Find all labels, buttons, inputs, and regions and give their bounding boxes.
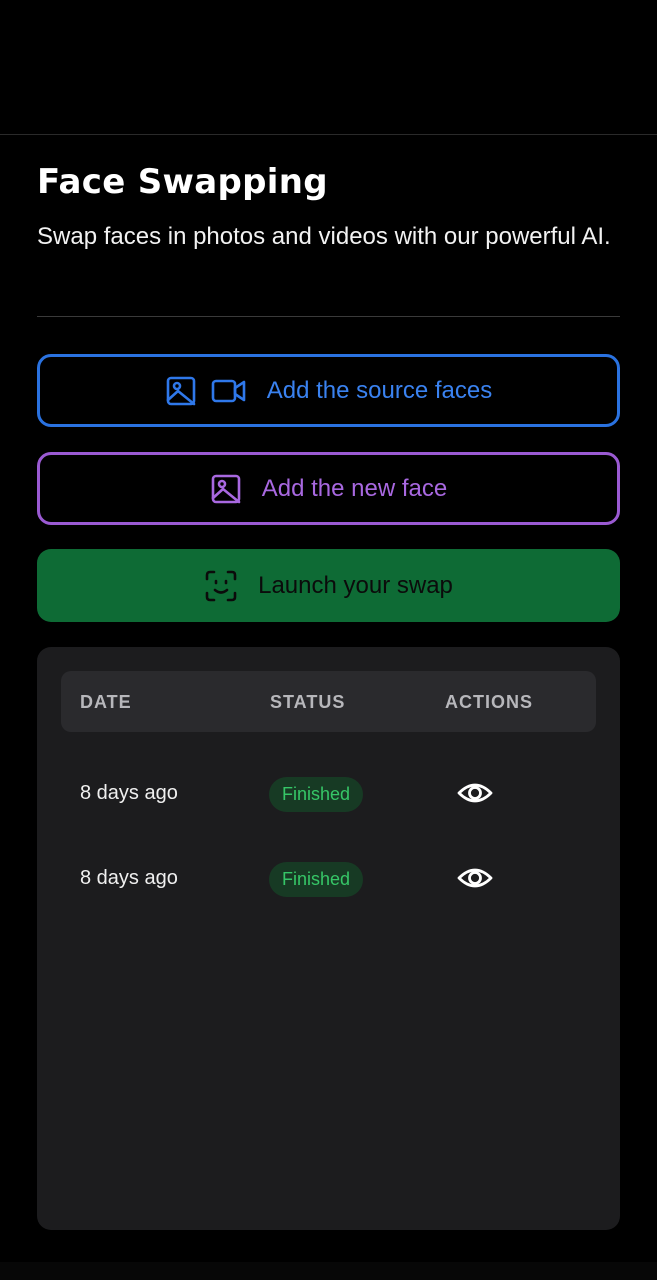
table-row: 8 days ago Finished xyxy=(37,849,620,909)
history-table: DATE STATUS ACTIONS 8 days ago Finished … xyxy=(37,647,620,1230)
top-bar xyxy=(0,0,657,135)
eye-icon[interactable] xyxy=(457,778,493,812)
eye-icon[interactable] xyxy=(457,863,493,897)
row-date: 8 days ago xyxy=(80,782,178,804)
image-icon xyxy=(210,473,242,505)
face-scan-icon xyxy=(204,569,238,603)
table-row: 8 days ago Finished xyxy=(37,764,620,824)
image-icon xyxy=(165,375,197,407)
table-header: DATE STATUS ACTIONS xyxy=(61,671,596,732)
divider xyxy=(37,316,620,317)
page-subtitle: Swap faces in photos and videos with our… xyxy=(37,223,611,250)
bottom-strip xyxy=(0,1262,657,1280)
add-source-faces-label: Add the source faces xyxy=(266,376,493,404)
status-badge: Finished xyxy=(269,862,364,897)
column-header-status[interactable]: STATUS xyxy=(270,692,345,713)
row-date: 8 days ago xyxy=(80,867,178,889)
video-icon xyxy=(211,378,247,404)
page-title: Face Swapping xyxy=(37,162,328,202)
column-header-actions: ACTIONS xyxy=(445,692,533,712)
launch-swap-button[interactable]: Launch your swap xyxy=(37,549,620,622)
column-header-date[interactable]: DATE xyxy=(80,692,132,713)
add-new-face-label: Add the new face xyxy=(261,474,448,502)
launch-swap-label: Launch your swap xyxy=(258,571,453,599)
add-source-faces-button[interactable]: Add the source faces xyxy=(37,354,620,427)
add-new-face-button[interactable]: Add the new face xyxy=(37,452,620,525)
status-badge: Finished xyxy=(269,777,364,812)
